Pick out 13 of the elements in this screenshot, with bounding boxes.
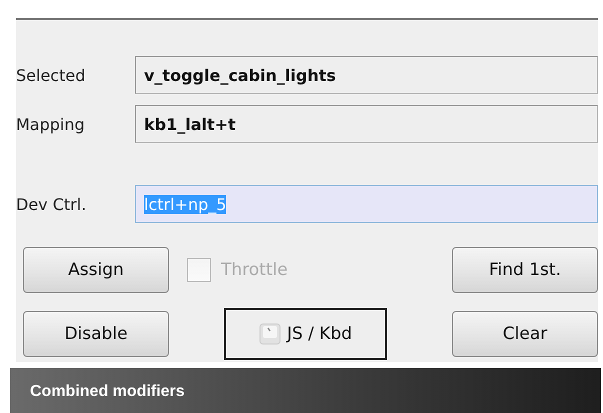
field-label: Selected bbox=[16, 66, 86, 84]
checkbox-label: Throttle bbox=[221, 260, 288, 280]
key-icon bbox=[258, 322, 281, 346]
caption-text: Combined modifiers bbox=[30, 383, 185, 400]
readonly-field: v_toggle_cabin_lights bbox=[135, 56, 598, 94]
push-button[interactable]: Disable bbox=[23, 311, 169, 357]
push-button[interactable]: Assign bbox=[23, 247, 169, 293]
push-button[interactable]: Clear bbox=[452, 311, 598, 357]
readonly-field: kb1_lalt+t bbox=[135, 105, 598, 143]
toggle-button[interactable]: JS / Kbd bbox=[224, 308, 387, 360]
field-label: Mapping bbox=[16, 114, 86, 134]
push-button[interactable]: Find 1st. bbox=[452, 247, 598, 293]
field-label: Dev Ctrl. bbox=[16, 194, 88, 214]
